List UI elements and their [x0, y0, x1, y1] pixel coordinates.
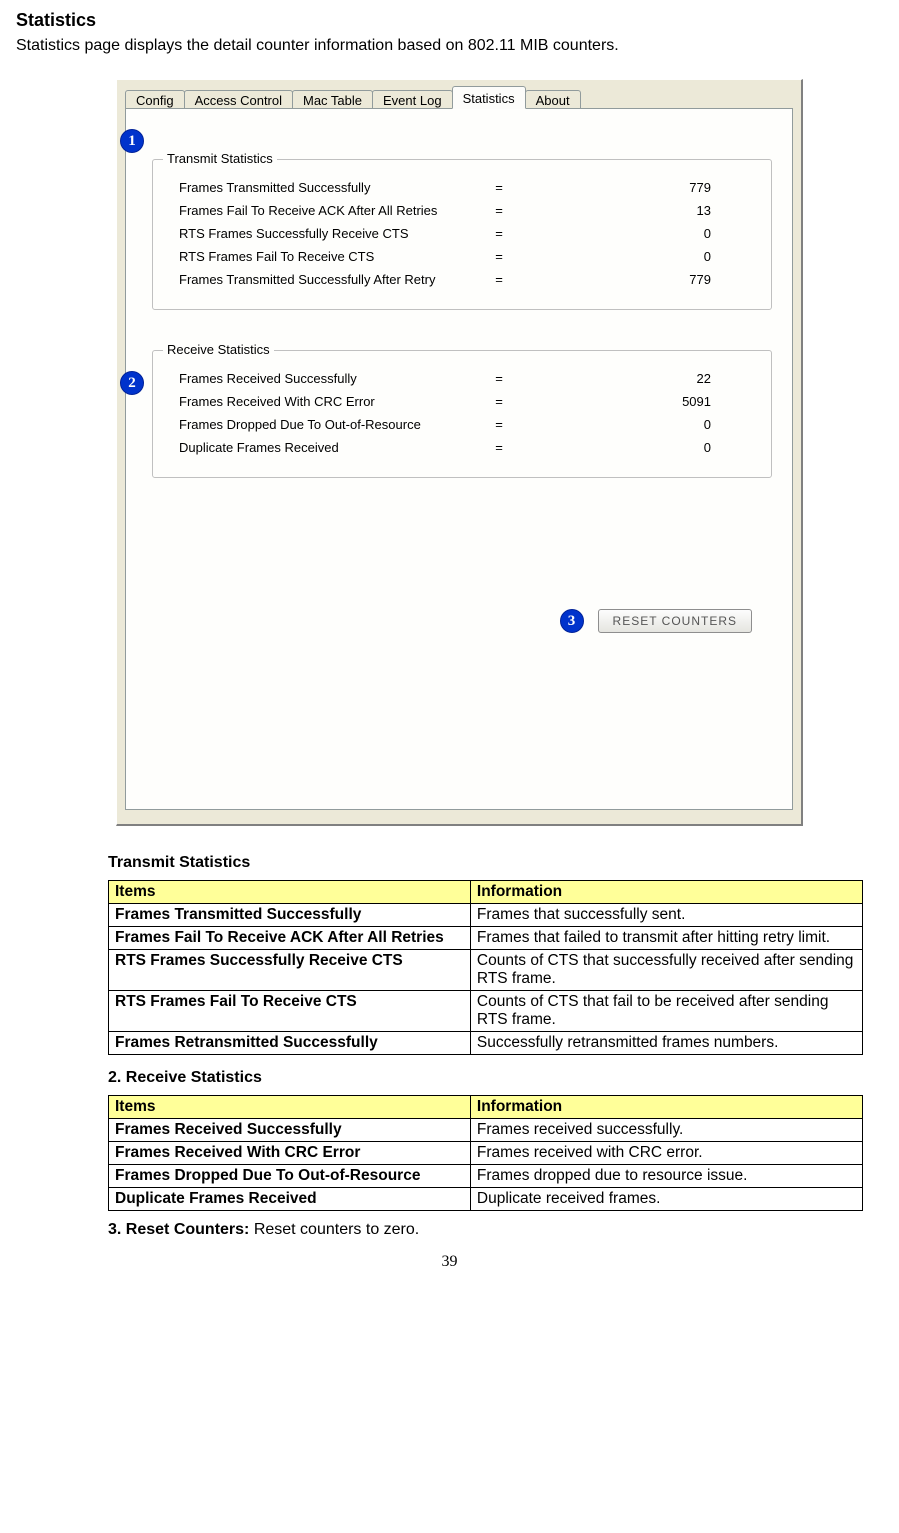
- stat-label: Frames Transmitted Successfully: [179, 180, 479, 195]
- table-item: Duplicate Frames Received: [109, 1188, 471, 1211]
- stat-eq: =: [479, 226, 519, 241]
- table-row: Frames Fail To Receive ACK After All Ret…: [109, 927, 863, 950]
- stat-value: 13: [519, 203, 751, 218]
- description-wrap: Transmit Statistics Items Information Fr…: [108, 854, 863, 1239]
- stat-label: Frames Fail To Receive ACK After All Ret…: [179, 203, 479, 218]
- stat-label: Frames Received Successfully: [179, 371, 479, 386]
- table-item: Frames Dropped Due To Out-of-Resource: [109, 1165, 471, 1188]
- table-row: Frames Dropped Due To Out-of-Resource Fr…: [109, 1165, 863, 1188]
- page-number: 39: [16, 1253, 883, 1271]
- table-info: Frames received with CRC error.: [470, 1142, 862, 1165]
- stat-eq: =: [479, 417, 519, 432]
- stat-row: Frames Received With CRC Error = 5091: [179, 394, 751, 409]
- table-row: RTS Frames Successfully Receive CTS Coun…: [109, 950, 863, 991]
- callout-3: 3: [560, 609, 584, 633]
- stat-row: Frames Transmitted Successfully = 779: [179, 180, 751, 195]
- tab-event-log[interactable]: Event Log: [372, 90, 453, 110]
- table-item: Frames Transmitted Successfully: [109, 904, 471, 927]
- stat-row: Frames Fail To Receive ACK After All Ret…: [179, 203, 751, 218]
- reset-counters-button[interactable]: RESET COUNTERS: [598, 609, 752, 633]
- table-row: Frames Received Successfully Frames rece…: [109, 1119, 863, 1142]
- stat-value: 0: [519, 226, 751, 241]
- tab-access-control[interactable]: Access Control: [184, 90, 293, 110]
- stat-eq: =: [479, 371, 519, 386]
- stat-value: 779: [519, 180, 751, 195]
- table-item: Frames Received With CRC Error: [109, 1142, 471, 1165]
- table-header-row: Items Information: [109, 1096, 863, 1119]
- stat-row: RTS Frames Successfully Receive CTS = 0: [179, 226, 751, 241]
- stat-row: Frames Transmitted Successfully After Re…: [179, 272, 751, 287]
- tab-body: 1 2 Transmit Statistics Frames Transmitt…: [125, 108, 793, 810]
- stat-eq: =: [479, 249, 519, 264]
- stat-value: 5091: [519, 394, 751, 409]
- tab-about[interactable]: About: [525, 90, 581, 110]
- receive-group-title: Receive Statistics: [163, 342, 274, 357]
- header-items: Items: [109, 1096, 471, 1119]
- app-window: Config Access Control Mac Table Event Lo…: [116, 79, 803, 826]
- stat-label: Frames Transmitted Successfully After Re…: [179, 272, 479, 287]
- header-information: Information: [470, 1096, 862, 1119]
- table-item: Frames Received Successfully: [109, 1119, 471, 1142]
- reset-prefix: 3. Reset Counters:: [108, 1221, 254, 1238]
- transmit-table: Items Information Frames Transmitted Suc…: [108, 880, 863, 1055]
- stat-row: RTS Frames Fail To Receive CTS = 0: [179, 249, 751, 264]
- stat-value: 22: [519, 371, 751, 386]
- stat-eq: =: [479, 272, 519, 287]
- tab-mac-table[interactable]: Mac Table: [292, 90, 373, 110]
- transmit-section-heading: Transmit Statistics: [108, 854, 863, 872]
- stat-label: RTS Frames Successfully Receive CTS: [179, 226, 479, 241]
- table-info: Counts of CTS that successfully received…: [470, 950, 862, 991]
- receive-table: Items Information Frames Received Succes…: [108, 1095, 863, 1211]
- tab-statistics[interactable]: Statistics: [452, 86, 526, 109]
- reset-text: Reset counters to zero.: [254, 1221, 419, 1238]
- reset-counters-description: 3. Reset Counters: Reset counters to zer…: [108, 1221, 863, 1239]
- stat-value: 0: [519, 440, 751, 455]
- header-items: Items: [109, 881, 471, 904]
- tab-config[interactable]: Config: [125, 90, 185, 110]
- screenshot-container: Config Access Control Mac Table Event Lo…: [116, 79, 803, 826]
- table-header-row: Items Information: [109, 881, 863, 904]
- table-info: Frames that failed to transmit after hit…: [470, 927, 862, 950]
- callout-2: 2: [120, 371, 144, 395]
- table-row: Frames Transmitted Successfully Frames t…: [109, 904, 863, 927]
- table-info: Duplicate received frames.: [470, 1188, 862, 1211]
- table-row: Duplicate Frames Received Duplicate rece…: [109, 1188, 863, 1211]
- transmit-statistics-group: Transmit Statistics Frames Transmitted S…: [152, 159, 772, 310]
- table-info: Frames received successfully.: [470, 1119, 862, 1142]
- stat-value: 779: [519, 272, 751, 287]
- table-info: Successfully retransmitted frames number…: [470, 1032, 862, 1055]
- page-title: Statistics: [16, 10, 883, 31]
- table-info: Counts of CTS that fail to be received a…: [470, 991, 862, 1032]
- header-information: Information: [470, 881, 862, 904]
- stat-row: Frames Received Successfully = 22: [179, 371, 751, 386]
- stat-label: Frames Dropped Due To Out-of-Resource: [179, 417, 479, 432]
- stat-label: RTS Frames Fail To Receive CTS: [179, 249, 479, 264]
- stat-row: Duplicate Frames Received = 0: [179, 440, 751, 455]
- table-item: RTS Frames Fail To Receive CTS: [109, 991, 471, 1032]
- table-item: RTS Frames Successfully Receive CTS: [109, 950, 471, 991]
- stat-eq: =: [479, 203, 519, 218]
- table-item: Frames Fail To Receive ACK After All Ret…: [109, 927, 471, 950]
- stat-label: Duplicate Frames Received: [179, 440, 479, 455]
- table-row: Frames Received With CRC Error Frames re…: [109, 1142, 863, 1165]
- stat-label: Frames Received With CRC Error: [179, 394, 479, 409]
- stat-eq: =: [479, 440, 519, 455]
- stat-eq: =: [479, 180, 519, 195]
- table-row: Frames Retransmitted Successfully Succes…: [109, 1032, 863, 1055]
- transmit-group-title: Transmit Statistics: [163, 151, 277, 166]
- receive-statistics-group: Receive Statistics Frames Received Succe…: [152, 350, 772, 478]
- reset-row: 3 RESET COUNTERS: [560, 609, 752, 633]
- tabs: Config Access Control Mac Table Event Lo…: [125, 86, 793, 109]
- table-item: Frames Retransmitted Successfully: [109, 1032, 471, 1055]
- callout-1: 1: [120, 129, 144, 153]
- stat-value: 0: [519, 249, 751, 264]
- stat-value: 0: [519, 417, 751, 432]
- table-row: RTS Frames Fail To Receive CTS Counts of…: [109, 991, 863, 1032]
- table-info: Frames dropped due to resource issue.: [470, 1165, 862, 1188]
- stat-eq: =: [479, 394, 519, 409]
- table-info: Frames that successfully sent.: [470, 904, 862, 927]
- receive-section-heading: 2. Receive Statistics: [108, 1069, 863, 1087]
- page-description: Statistics page displays the detail coun…: [16, 37, 883, 55]
- stat-row: Frames Dropped Due To Out-of-Resource = …: [179, 417, 751, 432]
